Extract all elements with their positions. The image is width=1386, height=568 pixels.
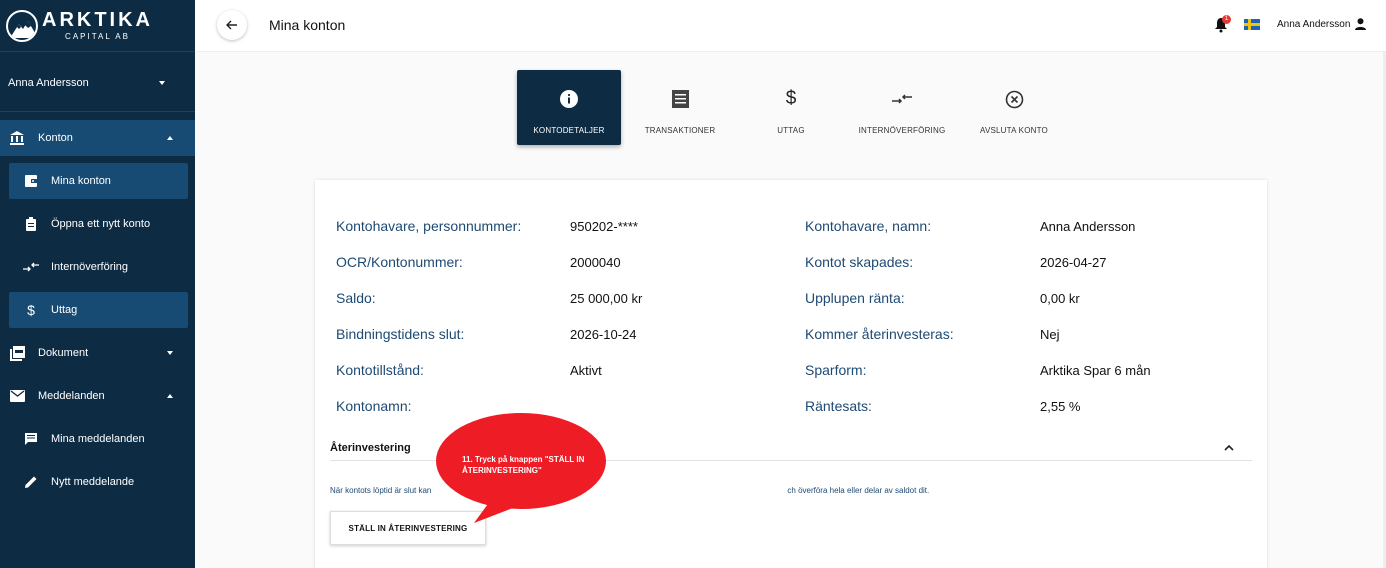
caret-down-icon xyxy=(159,80,165,85)
sidebar-user-menu[interactable]: Anna Andersson xyxy=(0,54,195,112)
sidebar-section-label: Dokument xyxy=(38,347,89,359)
ocr-value: 2000040 xyxy=(570,255,621,270)
info-icon xyxy=(560,90,578,108)
skapades-value: 2026-04-27 xyxy=(1040,255,1107,270)
pencil-icon xyxy=(23,474,39,490)
transfer-arrows-icon xyxy=(892,90,912,108)
personnummer-value: 950202-**** xyxy=(570,219,638,234)
ocr-label: OCR/Kontonummer: xyxy=(336,254,463,270)
sidebar-item-uttag[interactable]: $ Uttag xyxy=(9,292,188,328)
top-user-name[interactable]: Anna Andersson xyxy=(1277,19,1350,30)
chevron-up-icon[interactable] xyxy=(1223,442,1235,454)
tab-label: UTTAG xyxy=(777,126,805,135)
back-button[interactable] xyxy=(217,10,247,40)
tab-avsluta-konto[interactable]: AVSLUTA KONTO xyxy=(962,70,1066,145)
sidebar-item-label: Mina meddelanden xyxy=(51,433,145,445)
sidebar-item-label: Internöverföring xyxy=(51,261,129,273)
sidebar-user-name: Anna Andersson xyxy=(8,76,89,89)
arrow-left-icon xyxy=(226,20,237,30)
pdf-document-icon xyxy=(8,344,26,362)
sparform-label: Sparform: xyxy=(805,362,867,378)
brand-name: ARKTIKA xyxy=(42,9,153,31)
rantesats-label: Räntesats: xyxy=(805,398,872,414)
brand-logo[interactable]: ARKTIKA CAPITAL AB xyxy=(0,0,195,52)
tab-label: INTERNÖVERFÖRING xyxy=(858,126,946,135)
reinvest-text-start: När kontots löptid är slut kan xyxy=(330,486,432,495)
transfer-arrows-icon xyxy=(23,259,39,275)
sparform-value: Arktika Spar 6 mån xyxy=(1040,363,1151,378)
sidebar-section-meddelanden[interactable]: Meddelanden xyxy=(0,378,195,414)
mountain-logo-icon xyxy=(6,9,38,42)
reinvest-text-end: ch överföra hela eller delar av saldot d… xyxy=(787,486,930,495)
sidebar-section-label: Meddelanden xyxy=(38,390,105,402)
close-circle-icon xyxy=(1005,90,1024,108)
tab-label: TRANSAKTIONER xyxy=(644,126,716,135)
rantesats-value: 2,55 % xyxy=(1040,399,1081,414)
namn-label: Kontohavare, namn: xyxy=(805,218,932,234)
tab-label: AVSLUTA KONTO xyxy=(980,126,1048,135)
sidebar-item-label: Öppna ett nytt konto xyxy=(51,218,151,230)
bindning-value: 2026-10-24 xyxy=(570,327,637,342)
top-bar: Mina konton 1 Anna Andersson xyxy=(195,0,1386,52)
brand-subtitle: CAPITAL AB xyxy=(65,32,130,41)
bank-icon xyxy=(8,129,26,147)
wallet-icon xyxy=(23,173,39,189)
tab-label: KONTODETALJER xyxy=(533,126,605,135)
tutorial-callout-text: 11. Tryck på knappen "STÄLL IN ÅTERINVES… xyxy=(462,455,585,475)
tab-uttag[interactable]: $ UTTAG xyxy=(739,70,843,145)
sidebar-item-oppna-konto[interactable]: Öppna ett nytt konto xyxy=(9,206,188,242)
notification-badge: 1 xyxy=(1222,15,1231,24)
bindning-label: Bindningstidens slut: xyxy=(336,326,465,342)
sidebar-item-label: Mina konton xyxy=(51,175,111,187)
chat-icon xyxy=(23,431,39,447)
sidebar-section-konton[interactable]: Konton xyxy=(0,120,195,156)
namn-value: Anna Andersson xyxy=(1040,219,1136,234)
sidebar-item-internoverforing[interactable]: Internöverföring xyxy=(9,249,188,285)
list-document-icon xyxy=(671,90,689,108)
sidebar-item-label: Uttag xyxy=(51,304,78,316)
dollar-icon: $ xyxy=(27,302,35,318)
caret-down-icon xyxy=(167,351,173,355)
reinvest-section-title[interactable]: Återinvestering xyxy=(330,442,411,454)
sidebar-item-mina-konton[interactable]: Mina konton xyxy=(9,163,188,199)
tab-transaktioner[interactable]: TRANSAKTIONER xyxy=(628,70,732,145)
caret-up-icon xyxy=(167,394,173,398)
aterinvest-value: Nej xyxy=(1040,327,1060,342)
saldo-value: 25 000,00 kr xyxy=(570,291,643,306)
page-title: Mina konton xyxy=(269,17,346,33)
sidebar-item-mina-meddelanden[interactable]: Mina meddelanden xyxy=(9,421,188,457)
ranta-value: 0,00 kr xyxy=(1040,291,1080,306)
sidebar-section-label: Konton xyxy=(38,132,73,144)
tab-kontodetaljer[interactable]: KONTODETALJER xyxy=(517,70,621,145)
aterinvest-label: Kommer återinvesteras: xyxy=(805,326,954,342)
saldo-label: Saldo: xyxy=(336,290,376,306)
person-icon[interactable] xyxy=(1355,18,1366,30)
tillstand-label: Kontotillstånd: xyxy=(336,362,424,378)
mail-icon xyxy=(8,387,26,405)
caret-up-icon xyxy=(167,136,173,140)
skapades-label: Kontot skapades: xyxy=(805,254,914,270)
clipboard-icon xyxy=(23,216,39,232)
sidebar-item-nytt-meddelande[interactable]: Nytt meddelande xyxy=(9,464,188,500)
sidebar-section-dokument[interactable]: Dokument xyxy=(0,335,195,371)
sidebar-item-label: Nytt meddelande xyxy=(51,476,135,488)
kontonamn-label: Kontonamn: xyxy=(336,398,412,414)
sidebar: ARKTIKA CAPITAL AB Anna Andersson Konton… xyxy=(0,0,195,568)
reinvest-description: När kontots löptid är slut kan ch överför… xyxy=(330,486,929,495)
swedish-flag-icon[interactable] xyxy=(1244,19,1260,30)
tab-internoverforing[interactable]: INTERNÖVERFÖRING xyxy=(850,70,954,145)
tillstand-value: Aktivt xyxy=(570,363,602,378)
personnummer-label: Kontohavare, personnummer: xyxy=(336,218,522,234)
ranta-label: Upplupen ränta: xyxy=(805,290,905,306)
dollar-icon: $ xyxy=(785,88,797,109)
